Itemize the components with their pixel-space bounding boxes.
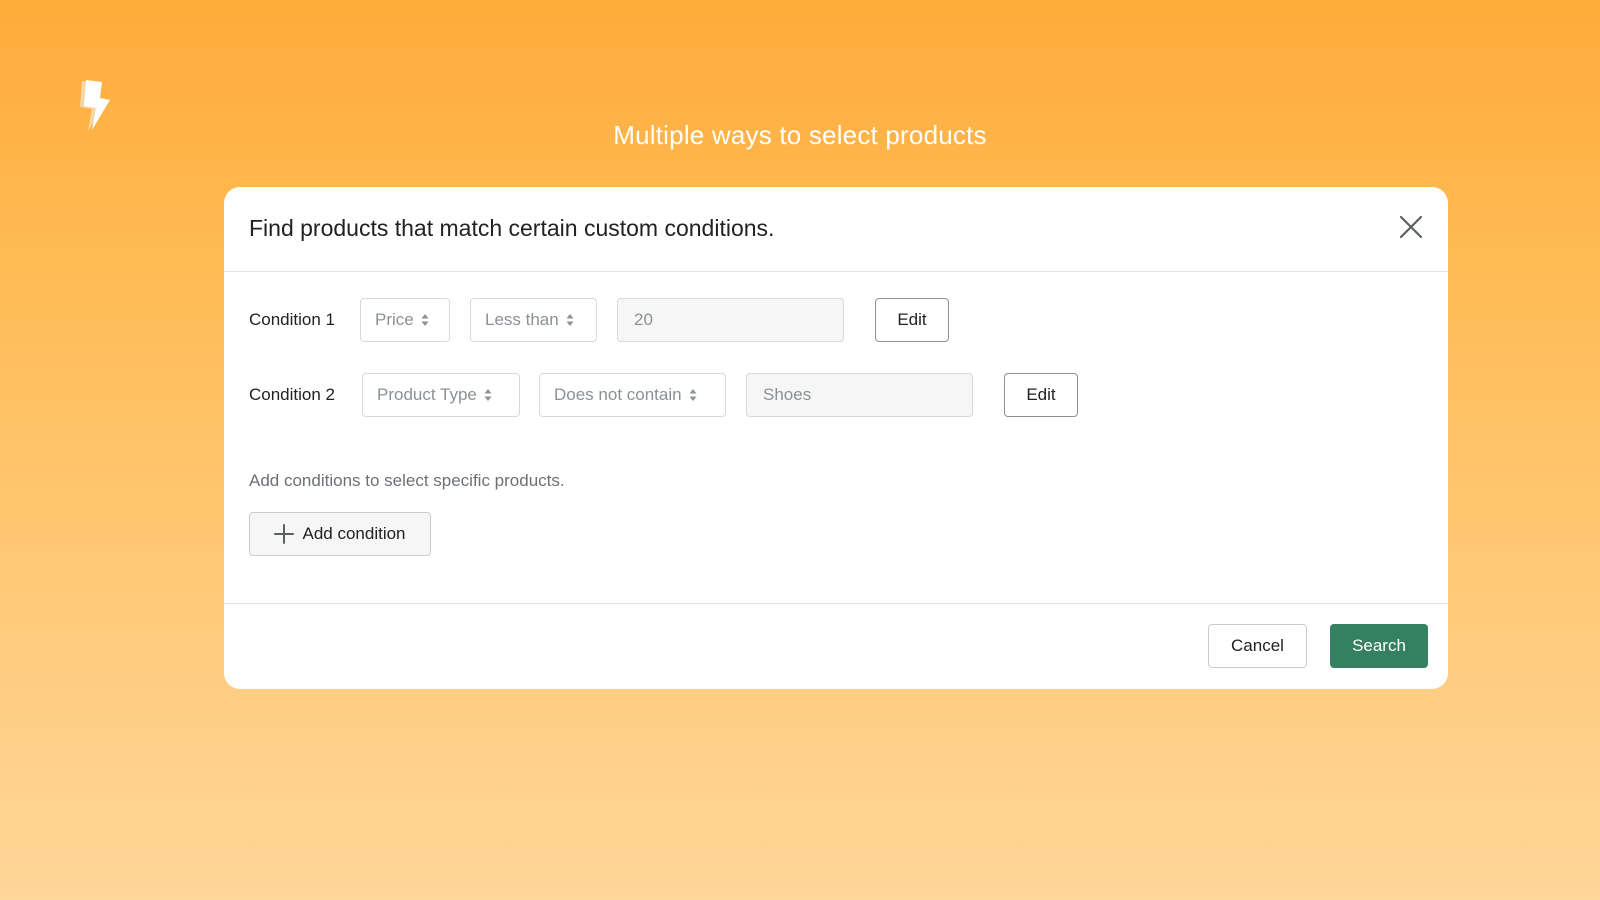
select-value: Price <box>375 310 414 329</box>
select-arrows-icon <box>689 389 697 401</box>
modal-footer: Cancel Search <box>224 603 1448 689</box>
search-button[interactable]: Search <box>1330 624 1428 668</box>
condition-2-operator-select[interactable]: Does not contain <box>539 373 726 417</box>
select-value: Product Type <box>377 385 477 404</box>
select-arrows-icon <box>421 314 429 326</box>
condition-label: Condition 1 <box>249 310 336 329</box>
select-arrows-icon <box>566 314 574 326</box>
cancel-button[interactable]: Cancel <box>1208 624 1307 668</box>
select-value: Does not contain <box>554 385 682 404</box>
helper-text: Add conditions to select specific produc… <box>249 471 565 490</box>
add-condition-label: Add condition <box>302 524 406 543</box>
modal-title: Find products that match certain custom … <box>249 215 775 241</box>
select-arrows-icon <box>484 389 492 401</box>
add-condition-button[interactable]: Add condition <box>249 512 431 556</box>
condition-label: Condition 2 <box>249 385 336 404</box>
condition-2-value-input[interactable] <box>746 373 973 417</box>
condition-row-1: Condition 1 Price Less than Edit <box>224 298 1448 342</box>
condition-1-operator-select[interactable]: Less than <box>470 298 597 342</box>
select-value: Less than <box>485 310 559 329</box>
condition-row-2: Condition 2 Product Type Does not contai… <box>224 373 1448 417</box>
condition-2-field-select[interactable]: Product Type <box>362 373 520 417</box>
condition-2-edit-button[interactable]: Edit <box>1004 373 1078 417</box>
close-button[interactable] <box>1396 212 1426 242</box>
condition-1-edit-button[interactable]: Edit <box>875 298 949 342</box>
modal-header: Find products that match certain custom … <box>224 187 1448 272</box>
conditions-modal: Find products that match certain custom … <box>224 187 1448 689</box>
page-headline: Multiple ways to select products <box>613 120 987 150</box>
close-icon <box>1399 215 1423 239</box>
condition-1-value-input[interactable] <box>617 298 844 342</box>
plus-icon <box>274 524 295 544</box>
condition-1-field-select[interactable]: Price <box>360 298 450 342</box>
